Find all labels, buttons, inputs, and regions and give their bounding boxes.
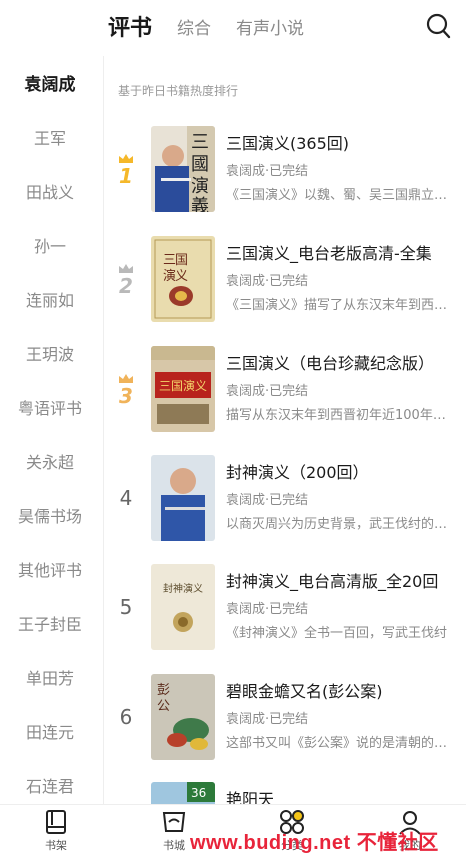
sidebar-item-cantonese[interactable]: 粤语评书 xyxy=(0,382,100,436)
sidebar-item-wangjun[interactable]: 王军 xyxy=(0,112,100,166)
book-cover: 36 xyxy=(151,782,215,804)
svg-text:國: 國 xyxy=(191,154,209,175)
book-cover xyxy=(151,455,215,541)
sidebar-item-tianzhanyi[interactable]: 田战义 xyxy=(0,166,100,220)
rank-badge: 1 xyxy=(112,126,140,212)
rank-number: 1 xyxy=(119,163,133,188)
book-title: 艳阳天 xyxy=(226,790,275,804)
book-cover: 三 国 演 义 xyxy=(151,236,215,322)
book-description: 这部书又叫《彭公案》说的是清朝的故事 xyxy=(226,736,452,751)
svg-text:三: 三 xyxy=(191,132,209,153)
category-sidebar: 袁阔成 王军 田战义 孙一 连丽如 王玥波 粤语评书 关永超 昊儒书场 其他评书… xyxy=(0,56,104,804)
tab-pingshu[interactable]: 评书 xyxy=(108,10,152,42)
svg-text:国: 国 xyxy=(175,253,188,268)
crown-silver-icon xyxy=(119,263,133,273)
book-item[interactable]: 6 彭 公 碧眼金蟾又名(彭公案) 袁阔成·已完结 这部书又叫《彭公案》说的是清… xyxy=(104,674,466,778)
rank-badge: 2 xyxy=(112,236,140,322)
rank-number: 2 xyxy=(119,273,133,298)
book-meta: 袁阔成·已完结 xyxy=(226,384,309,399)
sidebar-item-sunyi[interactable]: 孙一 xyxy=(0,220,100,274)
svg-text:三国演义: 三国演义 xyxy=(159,378,207,393)
crown-gold-icon xyxy=(119,153,133,163)
book-cover: 封神演义 xyxy=(151,564,215,650)
book-item[interactable]: 1 三 國 演 義 三国演义(365回) 袁阔成·已完结 《三国演义》以魏、蜀、… xyxy=(104,126,466,230)
search-icon xyxy=(426,13,451,39)
search-button[interactable] xyxy=(426,12,452,40)
rank-number: 6 xyxy=(119,705,133,729)
nav-bookshelf[interactable]: 书架 xyxy=(26,809,86,860)
rank-number: 4 xyxy=(119,486,133,510)
sidebar-item-haoru[interactable]: 昊儒书场 xyxy=(0,490,100,544)
ranking-list: 基于昨日书籍热度排行 1 三 國 演 義 三国演义(365回) 袁阔成·已完结 … xyxy=(104,56,466,804)
book-description: 《三国演义》描写了从东汉末年到西晋初年 xyxy=(226,298,452,313)
book-item[interactable]: 5 封神演义 封神演义_电台高清版_全20回 袁阔成·已完结 《封神演义》全书一… xyxy=(104,564,466,668)
sidebar-item-yuankuocheng[interactable]: 袁阔成 xyxy=(0,58,100,112)
book-meta: 袁阔成·已完结 xyxy=(226,712,309,727)
book-title: 封神演义（200回） xyxy=(226,463,369,482)
book-item[interactable]: 3 三国演义 三国演义（电台珍藏纪念版） 袁阔成·已完结 描写从东汉末年到西晋初… xyxy=(104,346,466,450)
rank-badge: 5 xyxy=(112,564,140,650)
book-item[interactable]: 4 封神演义（200回） 袁阔成·已完结 以商灭周兴为历史背景，武王伐纣的故事 xyxy=(104,455,466,559)
svg-text:义: 义 xyxy=(175,269,188,284)
book-meta: 袁阔成·已完结 xyxy=(226,274,309,289)
sidebar-item-tianlianyuan[interactable]: 田连元 xyxy=(0,706,100,760)
book-cover: 三 國 演 義 xyxy=(151,126,215,212)
svg-text:彭: 彭 xyxy=(157,683,170,698)
svg-text:封神演义: 封神演义 xyxy=(163,582,203,595)
top-bar: 评书 综合 有声小说 xyxy=(0,0,466,56)
book-meta: 袁阔成·已完结 xyxy=(226,493,309,508)
crown-bronze-icon xyxy=(119,373,133,383)
book-meta: 袁阔成·已完结 xyxy=(226,602,309,617)
book-title: 三国演义_电台老版高清-全集 xyxy=(226,244,432,263)
book-cover: 彭 公 xyxy=(151,674,215,760)
tab-audio-novel[interactable]: 有声小说 xyxy=(236,14,304,39)
sidebar-item-guanyongchao[interactable]: 关永超 xyxy=(0,436,100,490)
book-title: 封神演义_电台高清版_全20回 xyxy=(226,572,439,591)
sidebar-item-shilianjun[interactable]: 石连君 xyxy=(0,760,100,804)
rank-badge: 3 xyxy=(112,346,140,432)
watermark: www.buding.net 不懂社区 xyxy=(190,832,439,854)
svg-text:公: 公 xyxy=(157,699,170,714)
book-title: 三国演义(365回) xyxy=(226,134,350,153)
sidebar-item-shantianfang[interactable]: 单田芳 xyxy=(0,652,100,706)
sidebar-item-wangzifengchen[interactable]: 王子封臣 xyxy=(0,598,100,652)
book-description: 描写从东汉末年到西晋初年近100年的历史 xyxy=(226,408,452,423)
svg-text:義: 義 xyxy=(191,196,209,212)
rank-badge: 4 xyxy=(112,455,140,541)
rank-number: 3 xyxy=(119,383,133,408)
sidebar-item-wangyuebo[interactable]: 王玥波 xyxy=(0,328,100,382)
ranking-subtitle: 基于昨日书籍热度排行 xyxy=(118,84,239,98)
book-description: 以商灭周兴为历史背景，武王伐纣的故事 xyxy=(226,517,452,532)
svg-text:36: 36 xyxy=(191,786,206,800)
tab-zonghe[interactable]: 综合 xyxy=(177,14,211,39)
book-title: 碧眼金蟾又名(彭公案) xyxy=(226,682,383,701)
book-meta: 袁阔成·已完结 xyxy=(226,164,309,179)
book-item[interactable]: 36 艳阳天 xyxy=(104,782,466,804)
bookshelf-icon xyxy=(46,810,66,834)
book-title: 三国演义（电台珍藏纪念版） xyxy=(226,354,435,373)
sidebar-item-lianliru[interactable]: 连丽如 xyxy=(0,274,100,328)
bookstore-icon xyxy=(162,812,186,832)
nav-bookshelf-label: 书架 xyxy=(45,839,67,852)
svg-text:演: 演 xyxy=(191,176,209,197)
book-item[interactable]: 2 三 国 演 义 三国演义_电台老版高清-全集 袁阔成·已完结 《三国演义》描… xyxy=(104,236,466,340)
rank-badge: 6 xyxy=(112,674,140,760)
book-description: 《三国演义》以魏、蜀、吴三国鼎立为背景 xyxy=(226,188,452,203)
book-cover: 三国演义 xyxy=(151,346,215,432)
book-description: 《封神演义》全书一百回，写武王伐纣 xyxy=(226,626,448,641)
app-screen: 评书 综合 有声小说 袁阔成 王军 田战义 孙一 连丽如 王玥波 粤语评书 关永… xyxy=(0,0,466,860)
rank-number: 5 xyxy=(119,595,133,619)
sidebar-item-other[interactable]: 其他评书 xyxy=(0,544,100,598)
